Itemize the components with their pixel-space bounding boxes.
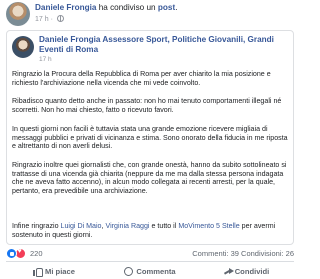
divider [6, 261, 294, 262]
p5-text-start: Infine ringrazio [12, 222, 61, 230]
reactions-bar: 220 Commenti: 39 Condivisioni: 26 [6, 248, 294, 260]
shared-author-avatar[interactable] [12, 36, 34, 58]
comment-label: Commenta [136, 266, 176, 276]
p5-text-mid: e tutto il [149, 222, 179, 230]
share-label: Condividi [234, 266, 270, 276]
share-button[interactable]: Condividi [198, 264, 294, 278]
meta-separator: · [50, 16, 53, 23]
thumbs-up-icon [33, 267, 44, 277]
comment-share-stats: Commenti: 39 Condivisioni: 26 [192, 249, 294, 258]
reaction-count[interactable]: 220 [30, 249, 43, 258]
header-line: Daniele Frongia ha condiviso un post. [35, 3, 177, 13]
shares-count[interactable]: Condivisioni: 26 [241, 249, 294, 258]
post-meta: 17 h · [35, 15, 64, 25]
comments-count[interactable]: Commenti: 39 [192, 249, 239, 258]
mention-luigi-di-maio[interactable]: Luigi Di Maio [61, 222, 102, 230]
action-bar: Mi piace Commenta Condividi [6, 264, 294, 278]
like-button[interactable]: Mi piace [6, 264, 102, 278]
like-icon[interactable] [6, 248, 17, 259]
author-name[interactable]: Daniele Frongia [35, 3, 96, 12]
comment-icon [124, 266, 134, 276]
facebook-post: Daniele Frongia ha condiviso un post. 17… [0, 0, 300, 279]
post-header: Daniele Frongia ha condiviso un post. 17… [6, 2, 296, 28]
mention-virginia-raggi[interactable]: Virginia Raggi [105, 222, 149, 230]
mention-movimento-5-stelle[interactable]: MoVimento 5 Stelle [178, 222, 239, 230]
post-time[interactable]: 17 h [35, 16, 49, 23]
paragraph-3: In questi giorni non facili è tuttavia s… [12, 125, 288, 151]
post-link[interactable]: post [158, 3, 175, 12]
paragraph-4: Ringrazio inoltre quei giornalisti che, … [12, 161, 287, 195]
paragraph-2: Ribadisco quanto detto anche in passato:… [12, 97, 282, 114]
share-icon [223, 267, 234, 276]
shared-post-time[interactable]: 17 h [39, 56, 52, 64]
globe-icon [56, 15, 64, 22]
header-period: . [175, 3, 178, 12]
comment-button[interactable]: Commenta [102, 264, 198, 278]
shared-verb: ha condiviso un [98, 3, 156, 12]
paragraph-1: Ringrazio la Procura della Repubblica di… [12, 70, 271, 87]
author-avatar[interactable] [6, 2, 30, 26]
paragraph-5: Infine ringrazio Luigi Di Maio, Virginia… [12, 222, 292, 239]
like-label: Mi piace [45, 266, 75, 276]
shared-author-name[interactable]: Daniele Frongia Assessore Sport, Politic… [39, 35, 289, 55]
shared-post-box[interactable]: Daniele Frongia Assessore Sport, Politic… [6, 30, 294, 245]
